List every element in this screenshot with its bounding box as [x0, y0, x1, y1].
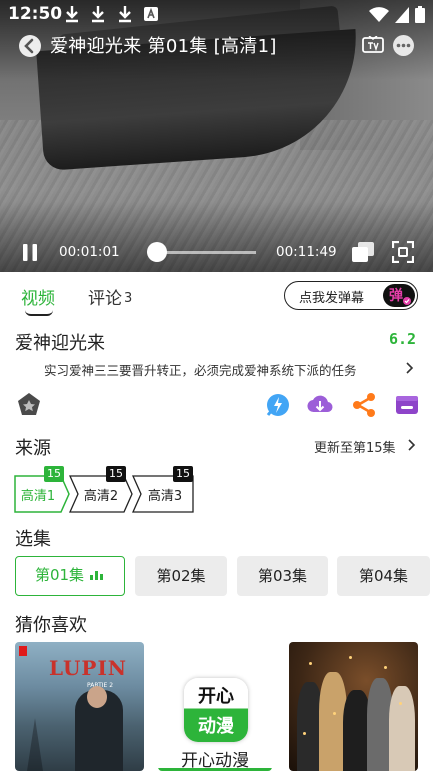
show-description[interactable]: 实习爱神三三要晋升转正，必须完成爱神系统下派的任务: [44, 360, 400, 379]
tab-active-indicator: [25, 310, 53, 316]
recommend-heading: 猜你喜欢: [15, 615, 87, 636]
tab-comment-label: 评论: [88, 289, 122, 309]
app-notification-icon: [144, 7, 158, 21]
tab-video[interactable]: 视频: [21, 284, 55, 309]
signal-icon: [395, 6, 409, 23]
battery-icon: [415, 6, 425, 23]
source-count-badge: 15: [173, 466, 193, 482]
recommend-card-lupin[interactable]: LUPIN PARTIE 2: [15, 642, 144, 771]
source-item-2[interactable]: 高清2 15: [69, 466, 133, 513]
current-time: 00:01:01: [59, 244, 120, 260]
chevron-right-icon[interactable]: [403, 360, 415, 376]
pip-icon[interactable]: [352, 242, 374, 262]
download-icon[interactable]: [307, 392, 333, 418]
status-bar: 12:50: [0, 0, 433, 28]
source-list: 高清1 15 高清2 15 高清3 15: [14, 465, 214, 515]
episode-label: 第01集: [34, 566, 85, 584]
app-logo-line2: 动漫: [198, 716, 234, 737]
source-label: 高清3: [147, 489, 183, 504]
playing-indicator-icon: [90, 557, 105, 594]
share-icon[interactable]: [351, 392, 377, 418]
comment-count: 3: [124, 291, 133, 306]
episodes-heading: 选集: [15, 529, 51, 550]
episode-label: 第02集: [156, 567, 206, 585]
chevron-right-icon[interactable]: [405, 437, 417, 453]
status-time: 12:50: [8, 4, 63, 24]
source-label: 高清2: [83, 489, 119, 504]
danmu-setting-icon: [403, 297, 411, 305]
poster-figure: [389, 686, 415, 771]
source-item-1[interactable]: 高清1 15: [14, 466, 70, 513]
poster-logo: LUPIN: [49, 656, 128, 680]
app-logo-icon: 开心 动漫: [184, 678, 248, 742]
update-status[interactable]: 更新至第15集: [314, 437, 396, 456]
recommend-card-app[interactable]: 开心 动漫 开心动漫: [158, 642, 272, 771]
source-count-badge: 15: [106, 466, 126, 482]
fullscreen-icon[interactable]: [392, 241, 414, 263]
download-notification-icon: [119, 6, 131, 23]
tab-comment[interactable]: 评论 3: [88, 284, 132, 309]
total-time: 00:11:49: [276, 244, 337, 260]
episode-label: 第04集: [358, 567, 409, 585]
source-heading: 来源: [15, 438, 51, 459]
app-logo-line1: 开心: [198, 686, 234, 707]
episode-item-2[interactable]: 第02集: [135, 556, 227, 596]
danmu-placeholder: 点我发弹幕: [299, 291, 365, 306]
recommend-list: LUPIN PARTIE 2 开心 动漫 开心动漫: [0, 642, 433, 771]
recommend-card-party[interactable]: [289, 642, 418, 771]
poster-figure-head: [87, 686, 107, 708]
episode-item-1[interactable]: 第01集: [15, 556, 125, 596]
back-button[interactable]: [19, 35, 41, 57]
download-notification-icon: [92, 6, 104, 23]
danmu-toggle[interactable]: 弹: [383, 284, 415, 307]
episode-label: 第03集: [257, 567, 308, 585]
content-tabs: 视频 评论 3 点我发弹幕 弹: [0, 276, 433, 320]
danmu-toggle-label: 弹: [389, 288, 403, 304]
poster-tower: [27, 718, 43, 771]
episode-item-3[interactable]: 第03集: [237, 556, 328, 596]
wifi-icon: [369, 6, 389, 22]
source-count-badge: 15: [44, 466, 64, 482]
chevron-left-icon: [24, 38, 34, 54]
download-notification-icon: [66, 6, 78, 23]
danmu-input[interactable]: 点我发弹幕 弹: [284, 281, 418, 310]
show-score: 6.2: [389, 330, 417, 348]
action-icons: [0, 392, 433, 420]
player-controls: 00:01:01 00:11:49: [0, 238, 433, 266]
episode-item-4[interactable]: 第04集: [337, 556, 430, 596]
source-label: 高清1: [20, 489, 56, 504]
episode-list: 第01集 第02集 第03集 第04集: [15, 556, 433, 596]
collect-icon[interactable]: [16, 392, 42, 418]
player-title-bar: 爱神迎光来 第01集 [高清1]: [0, 30, 433, 62]
player-title: 爱神迎光来 第01集 [高清1]: [50, 36, 277, 57]
speed-icon[interactable]: [264, 392, 290, 418]
pause-button[interactable]: [22, 244, 38, 261]
progress-knob[interactable]: [147, 242, 168, 262]
show-title: 爱神迎光来: [15, 333, 105, 354]
more-dots-icon: [396, 43, 411, 48]
more-options-button[interactable]: [393, 35, 414, 56]
netflix-logo-icon: [19, 646, 27, 656]
tv-cast-icon[interactable]: [362, 36, 384, 54]
source-item-3[interactable]: 高清3 15: [132, 466, 194, 513]
video-player[interactable]: 12:50 爱神迎光来 第01集 [高清1] 00:01:01 00:11:49: [0, 0, 433, 272]
cast-icon[interactable]: [394, 392, 420, 418]
